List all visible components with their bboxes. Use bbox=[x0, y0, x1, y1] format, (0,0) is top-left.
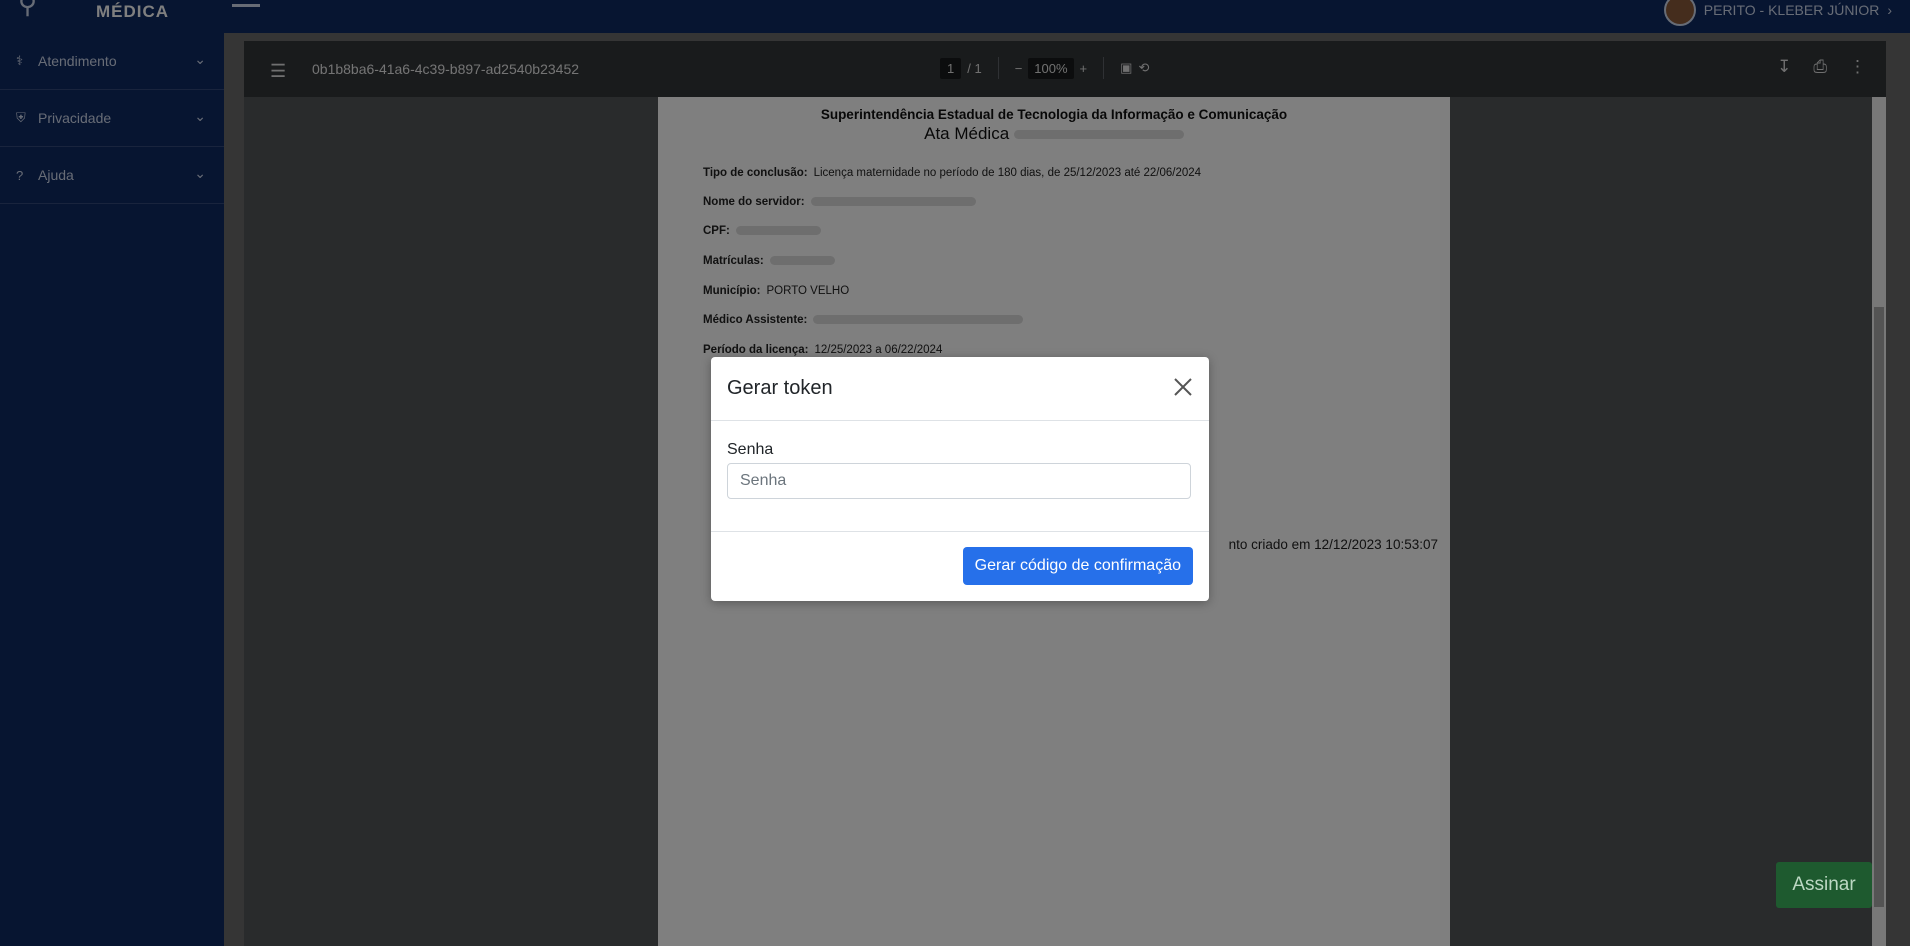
assinar-button[interactable]: Assinar bbox=[1776, 862, 1872, 908]
password-input[interactable] bbox=[727, 463, 1191, 499]
password-label: Senha bbox=[727, 441, 774, 458]
token-modal: Gerar token Senha Gerar código de confir… bbox=[711, 357, 1209, 601]
modal-title: Gerar token bbox=[727, 377, 833, 399]
close-icon[interactable] bbox=[1171, 375, 1195, 399]
modal-header: Gerar token bbox=[711, 357, 1209, 421]
modal-body: Senha bbox=[711, 421, 1209, 532]
generate-code-button[interactable]: Gerar código de confirmação bbox=[962, 547, 1193, 585]
